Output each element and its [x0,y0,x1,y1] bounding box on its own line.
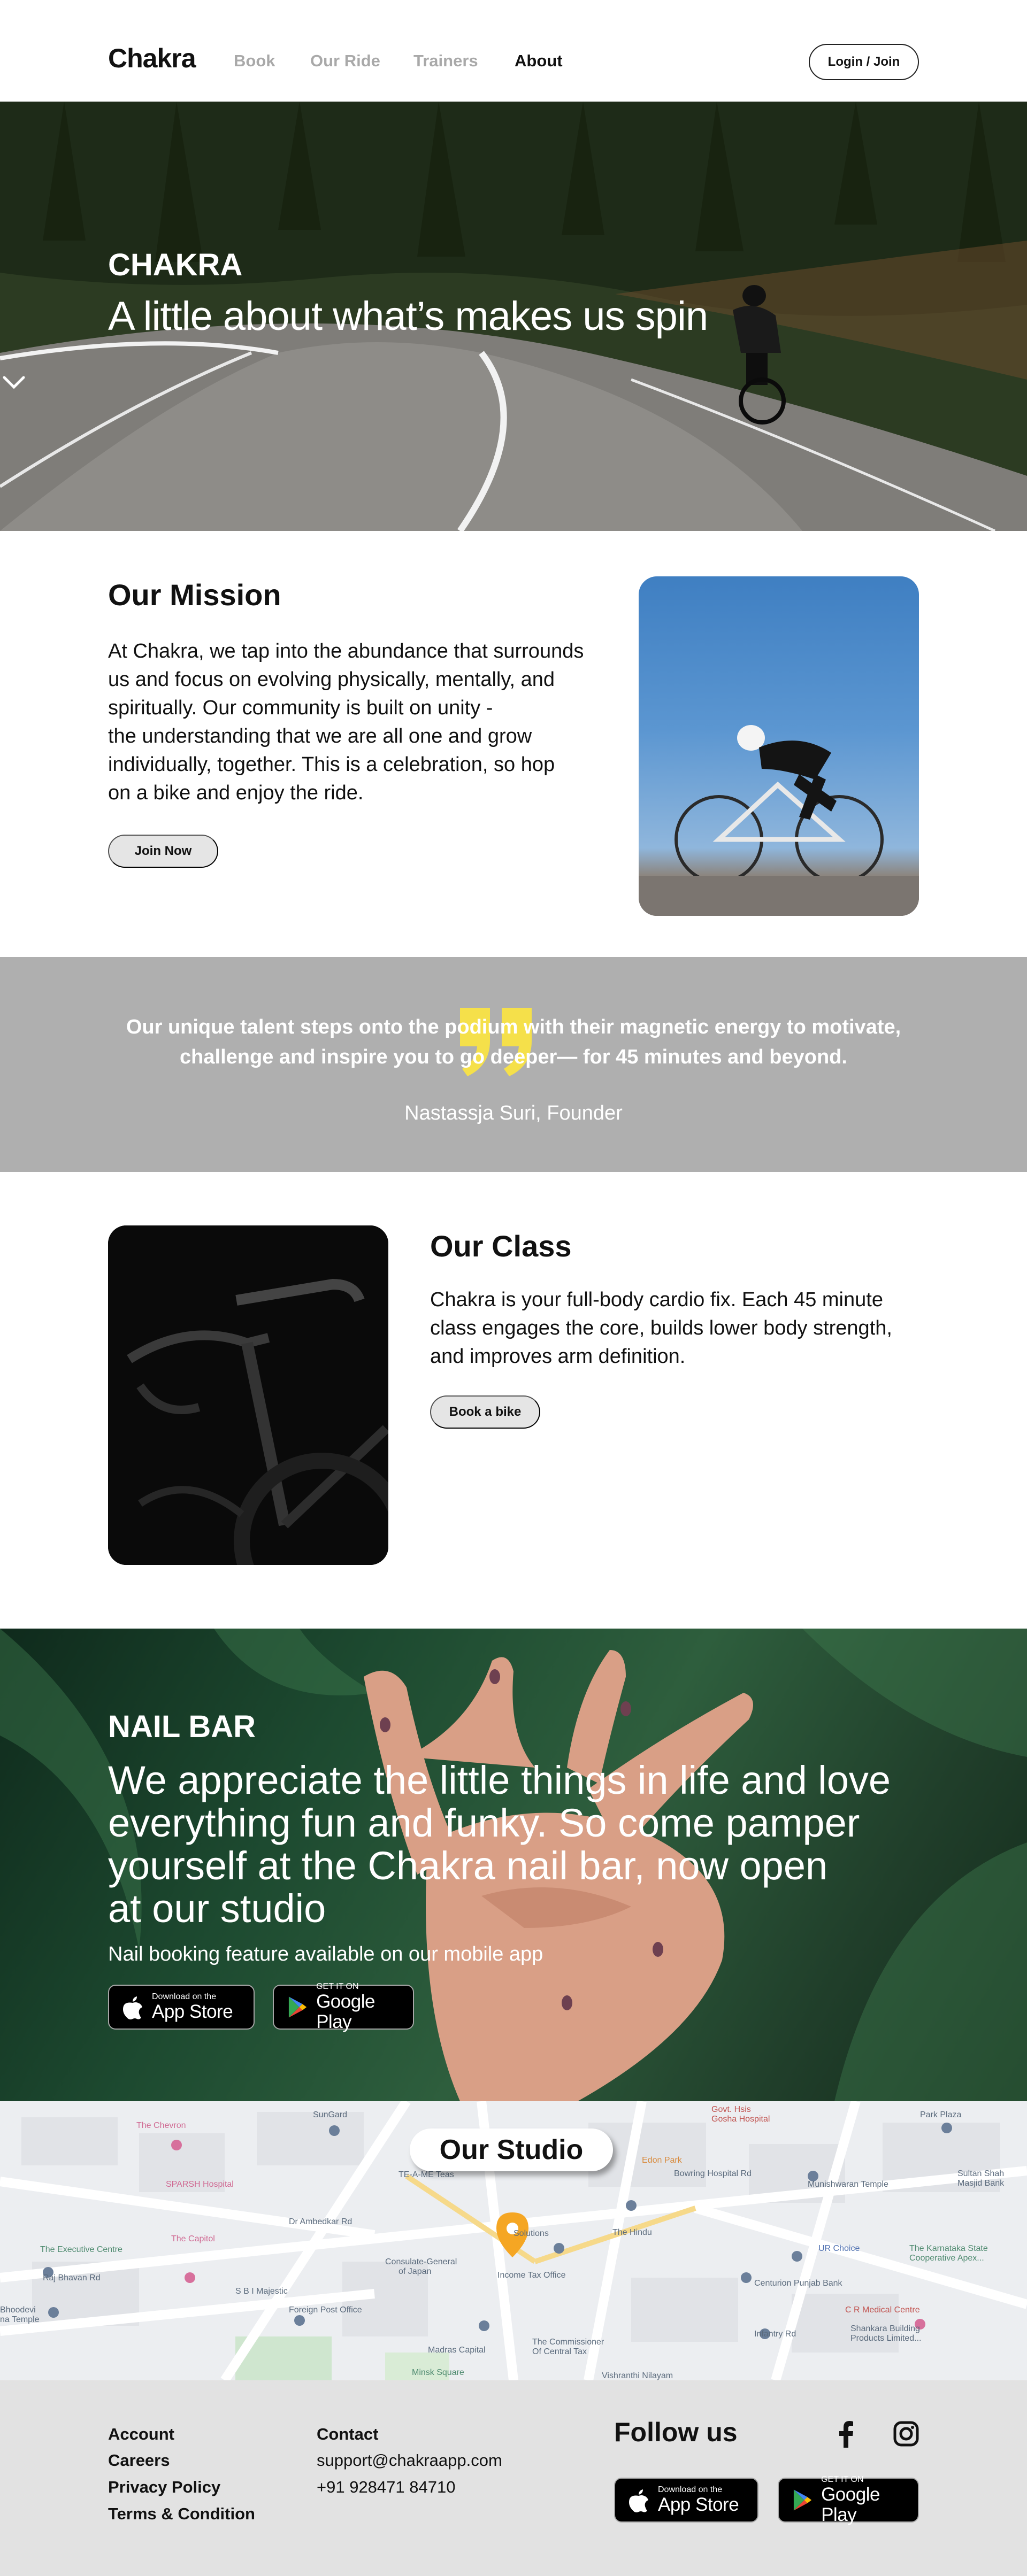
svg-text:The Karnataka State: The Karnataka State [909,2244,988,2253]
facebook-icon[interactable] [839,2421,854,2448]
top-nav: Chakra Book Our Ride Trainers About Logi… [0,0,1027,102]
footer-google-play-badge[interactable]: GET IT ON Google Play [778,2475,919,2525]
svg-text:Park Plaza: Park Plaza [920,2110,961,2119]
svg-text:The Chevron: The Chevron [136,2121,186,2130]
login-join-button[interactable]: Login / Join [809,44,919,80]
svg-text:TE-A-ME Teas: TE-A-ME Teas [398,2170,454,2179]
svg-text:The Capitol: The Capitol [171,2234,215,2243]
footer-app-store-badge[interactable]: Download on the App Store [614,2478,758,2523]
apple-icon [629,2489,648,2512]
svg-text:Dr Ambedkar Rd: Dr Ambedkar Rd [289,2217,352,2226]
nail-bar-eyebrow: NAIL BAR [108,1709,256,1744]
svg-text:Minsk Square: Minsk Square [412,2368,464,2377]
footer-link-terms[interactable]: Terms & Condition [108,2504,255,2524]
svg-text:SunGard: SunGard [313,2110,347,2119]
footer-phone[interactable]: +91 928471 84710 [317,2478,455,2497]
join-now-button[interactable]: Join Now [108,835,218,868]
class-text: Chakra is your full-body cardio fix. Eac… [430,1289,892,1368]
nav-link-about[interactable]: About [515,51,563,71]
svg-text:Consulate-General: Consulate-General [385,2257,457,2266]
mission-cyclist-photo [639,576,919,916]
svg-text:Products Limited...: Products Limited... [850,2334,922,2343]
svg-text:Infantry Rd: Infantry Rd [754,2330,796,2339]
svg-text:Govt. Hsis: Govt. Hsis [711,2105,751,2114]
svg-text:Of Central Tax: Of Central Tax [532,2347,587,2356]
svg-text:of Japan: of Japan [398,2267,431,2276]
svg-text:SPARSH Hospital: SPARSH Hospital [166,2180,234,2189]
svg-text:Vishranthi Nilayam: Vishranthi Nilayam [602,2371,673,2380]
nav-link-book[interactable]: Book [234,51,275,71]
our-studio-label: Our Studio [410,2128,613,2171]
class-title: Our Class [430,1229,572,1263]
instagram-icon[interactable] [893,2421,919,2447]
svg-text:S B I Majestic: S B I Majestic [235,2287,288,2296]
svg-text:na Temple: na Temple [0,2315,40,2324]
svg-text:C R Medical Centre: C R Medical Centre [845,2305,920,2315]
svg-text:Sultan Shah: Sultan Shah [957,2169,1004,2178]
nav-link-our-ride[interactable]: Our Ride [310,51,380,71]
svg-text:Bowring Hospital Rd: Bowring Hospital Rd [674,2169,752,2178]
book-a-bike-button[interactable]: Book a bike [430,1395,540,1429]
svg-text:Centurion Punjab Bank: Centurion Punjab Bank [754,2279,843,2288]
mission-text: At Chakra, we tap into the abundance tha… [108,640,584,804]
svg-text:Edon Park: Edon Park [642,2156,683,2165]
google-play-icon [793,2489,812,2511]
footer-email[interactable]: support@chakraapp.com [317,2451,502,2470]
svg-text:Cooperative Apex...: Cooperative Apex... [909,2254,984,2263]
apple-icon [123,1996,142,2019]
follow-us-title: Follow us [614,2417,738,2447]
hero-banner: CHAKRA A little about what’s makes us sp… [0,102,1027,531]
class-bike-photo [108,1225,388,1565]
chevron-down-icon[interactable] [0,369,28,397]
nail-bar-note: Nail booking feature available on our mo… [108,1943,543,1965]
svg-text:Madras Capital: Madras Capital [428,2346,486,2355]
footer-link-account[interactable]: Account [108,2425,174,2444]
svg-text:Income Tax Office: Income Tax Office [497,2271,566,2280]
footer-contact-title: Contact [317,2425,379,2443]
nail-bar-title: We appreciate the little things in life … [108,1758,891,1931]
hero-title: A little about what’s makes us spin [108,294,708,339]
svg-text:Bhoodevi: Bhoodevi [0,2305,36,2315]
svg-text:Gosha Hospital: Gosha Hospital [711,2115,770,2124]
svg-text:Munishwaran Temple: Munishwaran Temple [808,2180,888,2189]
svg-text:Solutions: Solutions [514,2229,549,2238]
svg-text:Foreign Post Office: Foreign Post Office [289,2305,362,2315]
svg-text:The Executive Centre: The Executive Centre [40,2245,122,2254]
footer-link-careers[interactable]: Careers [108,2451,170,2470]
svg-text:The Commissioner: The Commissioner [532,2338,604,2347]
google-play-badge[interactable]: GET IT ON Google Play [273,1982,414,2032]
footer-link-privacy-policy[interactable]: Privacy Policy [108,2478,220,2497]
quote-author: Nastassja Suri, Founder [404,1102,623,1124]
svg-text:UR Choice: UR Choice [818,2244,860,2253]
mission-title: Our Mission [108,578,281,612]
google-play-icon [288,1996,307,2018]
svg-text:Shankara Building: Shankara Building [850,2324,920,2333]
logo[interactable]: Chakra [108,43,196,74]
svg-text:Masjid Bank: Masjid Bank [957,2179,1005,2188]
app-store-badge[interactable]: Download on the App Store [108,1985,255,2030]
quote-text: Our unique talent steps onto the podium … [126,1016,901,1068]
svg-text:The Hindu: The Hindu [612,2228,652,2237]
svg-text:Raj Bhavan Rd: Raj Bhavan Rd [43,2273,101,2282]
nav-link-trainers[interactable]: Trainers [413,51,478,71]
hero-eyebrow: CHAKRA [108,248,243,282]
